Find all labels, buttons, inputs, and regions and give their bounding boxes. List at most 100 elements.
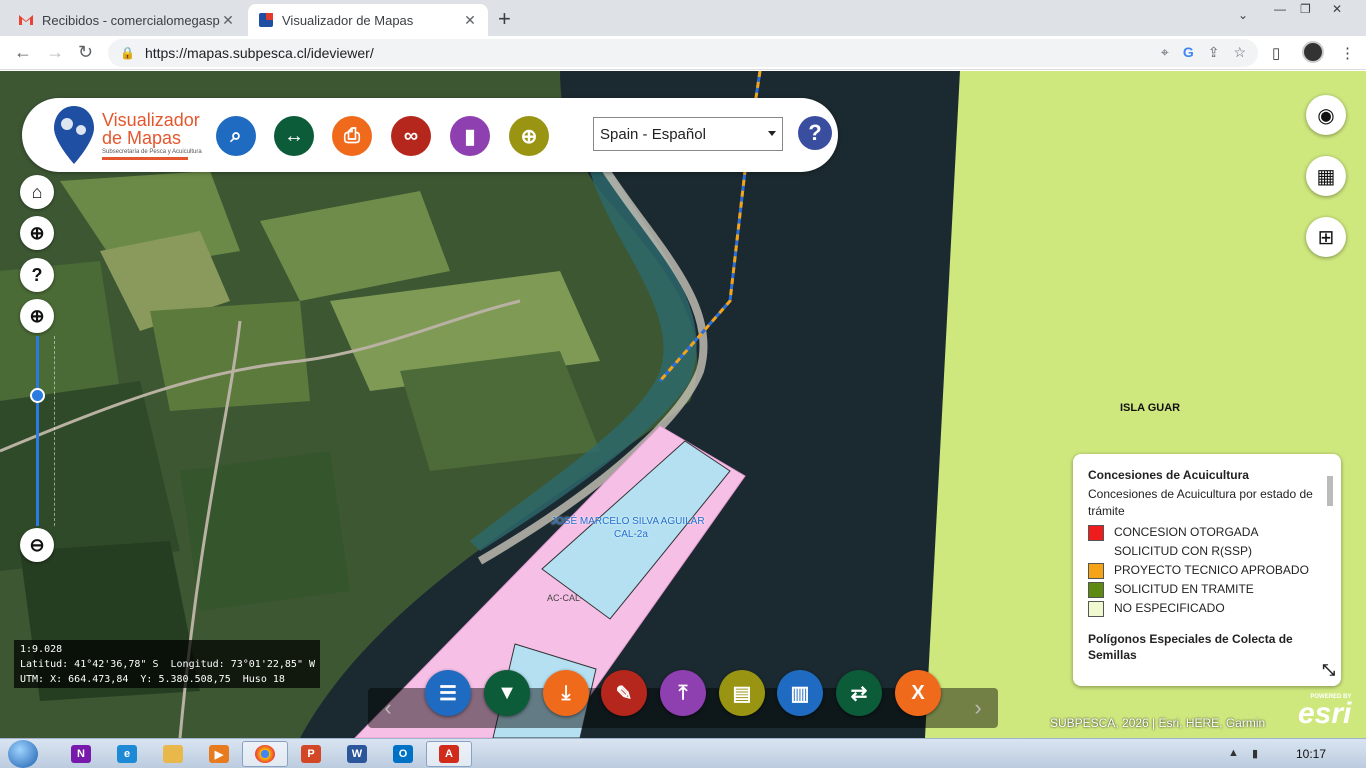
back-icon[interactable]: ←	[14, 42, 32, 63]
excel-button[interactable]: X	[895, 670, 941, 716]
battery-icon[interactable]: ▮	[1252, 747, 1258, 760]
star-icon[interactable]: ☆	[1233, 44, 1246, 61]
home-button[interactable]: ⌂	[20, 175, 54, 209]
lock-icon[interactable]: 🔒	[120, 46, 135, 60]
tab-gmail[interactable]: Recibidos - comercialomegaspa@ ✕	[8, 4, 246, 36]
island-label: ISLA GUAR	[1120, 402, 1181, 414]
taskbar-onenote[interactable]: N	[58, 741, 104, 767]
legend-item: CONCESION OTORGADA	[1088, 524, 1319, 541]
esri-brand: esri	[1298, 697, 1352, 730]
zoom-slider-handle[interactable]	[30, 388, 45, 403]
new-tab-icon[interactable]: +	[498, 6, 511, 32]
close-tab-icon[interactable]: ✕	[220, 12, 236, 29]
tab-title: Visualizador de Mapas	[282, 12, 414, 28]
esri-logo[interactable]: POWERED BY esri	[1298, 694, 1352, 730]
location-icon[interactable]: ⌖	[1161, 44, 1169, 61]
url-field[interactable]: 🔒 https://mapas.subpesca.cl/ideviewer/ ⌖…	[108, 39, 1258, 67]
reload-icon[interactable]: ↻	[78, 42, 93, 63]
google-icon[interactable]: G	[1183, 44, 1194, 61]
legend-item-label: NO ESPECIFICADO	[1114, 601, 1225, 615]
language-select[interactable]: Spain - Español	[593, 117, 783, 151]
gmail-icon	[18, 12, 34, 28]
share-icon[interactable]: ⇪	[1208, 44, 1220, 61]
toolbar-prev-icon[interactable]: ‹	[368, 688, 408, 728]
help-map-button[interactable]: ?	[20, 258, 54, 292]
legend-item-label: PROYECTO TECNICO APROBADO	[1114, 563, 1309, 577]
url-text: https://mapas.subpesca.cl/ideviewer/	[144, 45, 374, 61]
app-logo: Visualizador de Mapas Subsecretaría de P…	[52, 104, 212, 166]
close-window-icon[interactable]: ✕	[1332, 2, 1342, 16]
swap-button[interactable]: ⇄	[836, 670, 882, 716]
upload-icon: ⤒	[678, 681, 688, 704]
map-attribution: SUBPESCA, 2026 | Esri, HERE, Garmin	[1050, 716, 1266, 730]
download-icon: ⤓	[561, 681, 571, 704]
legend-item-label: SOLICITUD CON R(SSP)	[1114, 544, 1253, 558]
legend-item: SOLICITUD CON R(SSP)	[1088, 543, 1319, 560]
profile-avatar[interactable]	[1302, 41, 1324, 63]
measure-button[interactable]: ↔	[274, 116, 314, 156]
concession-code-label: CAL-2a	[614, 529, 648, 540]
attribute-table-button[interactable]: ☰	[425, 670, 471, 716]
book-icon: ▤	[732, 682, 752, 705]
collapse-icon[interactable]: ⤡	[1322, 662, 1335, 680]
address-bar-row: ← → ↻ 🔒 https://mapas.subpesca.cl/idevie…	[0, 36, 1366, 70]
logo-title-line1: Visualizador	[102, 110, 200, 130]
sidepanel-icon[interactable]: ▯	[1272, 44, 1280, 62]
acrobat-icon: A	[439, 745, 459, 763]
taskbar-explorer[interactable]	[150, 741, 196, 767]
legend-swatch	[1088, 582, 1104, 598]
menu-icon[interactable]: ⋮	[1340, 44, 1355, 62]
scroll-thumb[interactable]	[1327, 476, 1333, 506]
zoom-slider-track[interactable]	[36, 336, 39, 526]
chart-button[interactable]: ▥	[777, 670, 823, 716]
geolocate-button[interactable]: ⊕	[20, 216, 54, 250]
download-button[interactable]: ⤓	[543, 670, 589, 716]
tray-arrow-icon[interactable]: ▲	[1228, 747, 1239, 759]
visibility-button[interactable]: ◉	[1306, 95, 1346, 135]
table-view-button[interactable]: ⊞	[1306, 217, 1346, 257]
excel-icon: X	[911, 681, 925, 704]
link-icon: ∞	[403, 124, 419, 147]
search-button[interactable]: ⌕	[216, 116, 256, 156]
legend-scrollbar[interactable]	[1325, 464, 1335, 654]
restore-icon[interactable]: ❐	[1300, 2, 1311, 16]
zoom-in-button[interactable]: ⊕	[20, 299, 54, 333]
legend-item: NO ESPECIFICADO	[1088, 600, 1319, 617]
logo-underline	[102, 157, 188, 160]
legend-swatch	[1088, 601, 1104, 617]
help-button[interactable]: ?	[798, 116, 832, 150]
legend-swatch	[1088, 525, 1104, 541]
locate-button[interactable]: ⊕	[509, 116, 549, 156]
manual-button[interactable]: ▤	[719, 670, 765, 716]
upload-button[interactable]: ⤒	[660, 670, 706, 716]
map-icon: ▦	[1316, 165, 1336, 188]
close-tab-icon[interactable]: ✕	[462, 12, 478, 29]
taskbar-ie[interactable]: e	[104, 741, 150, 767]
taskbar-outlook[interactable]: O	[380, 741, 426, 767]
taskbar-powerpoint[interactable]: P	[288, 741, 334, 767]
table-icon: ⊞	[1317, 226, 1335, 249]
print-button[interactable]: ⎙	[332, 116, 372, 156]
tab-search-icon[interactable]: ⌄	[1238, 8, 1248, 22]
zoom-out-button[interactable]: ⊖	[20, 528, 54, 562]
swap-icon: ⇄	[850, 682, 868, 705]
bookmark-button[interactable]: ▮	[450, 116, 490, 156]
basemap-button[interactable]: ▦	[1306, 156, 1346, 196]
start-button[interactable]	[8, 740, 38, 768]
filter-icon: ▼	[497, 681, 517, 704]
draw-button[interactable]: ✎	[601, 670, 647, 716]
tab-visualizador[interactable]: Visualizador de Mapas ✕	[248, 4, 488, 36]
link-button[interactable]: ∞	[391, 116, 431, 156]
clock[interactable]: 10:17	[1296, 747, 1326, 761]
taskbar-media[interactable]: ▶	[196, 741, 242, 767]
toolbar-next-icon[interactable]: ›	[958, 688, 998, 728]
minimize-icon[interactable]: —	[1274, 2, 1286, 16]
forward-icon[interactable]: →	[46, 42, 64, 63]
coordinates-panel: 1:9.028 Latitud: 41°42'36,78" S Longitud…	[14, 640, 320, 688]
onenote-icon: N	[71, 745, 91, 763]
filter-button[interactable]: ▼	[484, 670, 530, 716]
measure-icon: ↔	[284, 124, 304, 147]
taskbar-acrobat[interactable]: A	[426, 741, 472, 767]
taskbar-chrome[interactable]	[242, 741, 288, 767]
taskbar-word[interactable]: W	[334, 741, 380, 767]
